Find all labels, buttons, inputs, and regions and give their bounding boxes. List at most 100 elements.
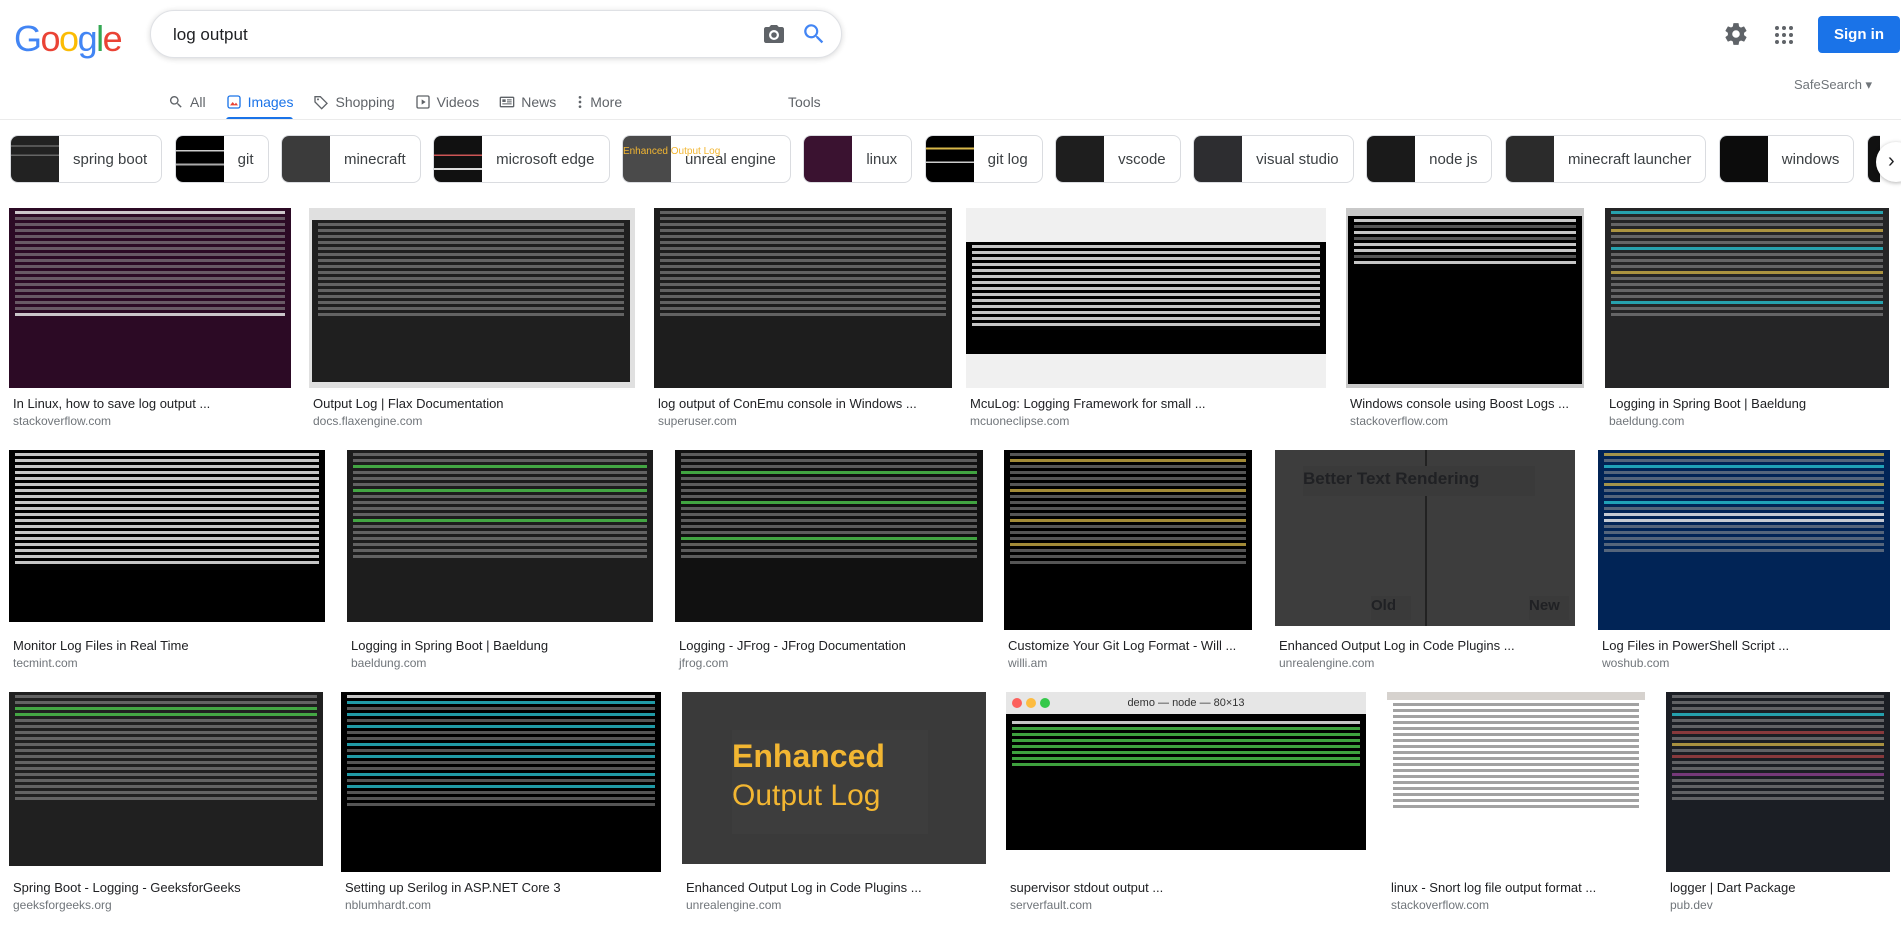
image-result[interactable]: logger | Dart Package pub.dev xyxy=(1666,692,1892,917)
result-title: Logging in Spring Boot | Baeldung xyxy=(1609,396,1807,411)
chip-thumbnail xyxy=(1367,136,1416,182)
tab-shopping[interactable]: Shopping xyxy=(313,86,395,118)
result-image xyxy=(9,450,325,622)
caret-down-icon: ▾ xyxy=(1861,77,1873,92)
chip-thumbnail xyxy=(434,136,483,182)
image-icon xyxy=(226,95,241,109)
camera-icon[interactable] xyxy=(761,22,787,46)
result-image xyxy=(1598,450,1890,630)
chip-thumbnail xyxy=(11,136,59,182)
result-image: Enhanced Output Log xyxy=(682,692,986,864)
result-title: supervisor stdout output ... xyxy=(1010,880,1164,895)
chip-thumbnail xyxy=(1719,136,1768,182)
apps-grid-icon[interactable] xyxy=(1772,23,1796,47)
chip-microsoft-edge[interactable]: microsoft edge xyxy=(433,135,610,183)
chip-unreal-engine[interactable]: Enhanced Output Log unreal engine xyxy=(621,135,791,183)
safesearch-dropdown[interactable]: SafeSearch ▾ xyxy=(1794,77,1872,93)
chip-visual-studio[interactable]: visual studio xyxy=(1193,135,1354,183)
result-title: Monitor Log Files in Real Time xyxy=(13,638,189,653)
result-source: unrealengine.com xyxy=(1279,656,1375,670)
chip-git-log[interactable]: git log xyxy=(924,135,1043,183)
image-result[interactable]: Spring Boot - Logging - GeeksforGeeks ge… xyxy=(9,692,325,917)
chip-linux[interactable]: linux xyxy=(803,135,913,183)
result-image xyxy=(1605,208,1889,388)
chip-git[interactable]: git xyxy=(174,135,269,183)
image-result[interactable]: Logging in Spring Boot | Baeldung baeldu… xyxy=(347,450,655,672)
result-image xyxy=(654,208,952,388)
google-logo[interactable]: Google xyxy=(14,18,123,60)
gear-icon[interactable] xyxy=(1723,21,1749,47)
chip-label: linux xyxy=(866,150,898,168)
tab-images[interactable]: Images xyxy=(225,86,294,120)
result-title: logger | Dart Package xyxy=(1670,880,1796,895)
search-icon[interactable] xyxy=(801,21,827,47)
image-result[interactable]: demo — node — 80×13 supervisor stdout ou… xyxy=(1006,692,1368,917)
image-result[interactable]: In Linux, how to save log output ... sta… xyxy=(9,208,293,430)
image-result[interactable]: Customize Your Git Log Format - Will ...… xyxy=(1004,450,1258,672)
result-image xyxy=(1387,692,1645,870)
chip-minecraft-launcher[interactable]: minecraft launcher xyxy=(1504,135,1707,183)
result-source: pub.dev xyxy=(1670,898,1713,912)
better-text-banner: Better Text Rendering xyxy=(1303,466,1535,496)
result-title: Output Log | Flax Documentation xyxy=(313,396,504,411)
result-source: stackoverflow.com xyxy=(1391,898,1490,912)
result-title: Enhanced Output Log in Code Plugins ... xyxy=(1279,638,1515,653)
image-result[interactable]: Windows console using Boost Logs ... sta… xyxy=(1346,208,1586,430)
image-result[interactable]: Enhanced Output Log Enhanced Output Log … xyxy=(682,692,988,917)
result-image xyxy=(1346,208,1584,388)
result-source: docs.flaxengine.com xyxy=(313,414,423,428)
newspaper-icon xyxy=(499,96,515,108)
result-source: unrealengine.com xyxy=(686,898,782,912)
chip-minecraft[interactable]: minecraft xyxy=(280,135,421,183)
search-icon xyxy=(169,96,182,108)
chip-node-js[interactable]: node js xyxy=(1366,135,1493,183)
chip-label: spring boot xyxy=(73,150,148,168)
image-result[interactable]: Setting up Serilog in ASP.NET Core 3 nbl… xyxy=(341,692,663,917)
search-box[interactable]: log output xyxy=(150,10,842,58)
chip-thumbnail xyxy=(175,136,224,182)
result-image xyxy=(341,692,661,872)
image-result[interactable]: Output Log | Flax Documentation docs.fla… xyxy=(309,208,637,430)
image-result[interactable]: Monitor Log Files in Real Time tecmint.c… xyxy=(9,450,327,672)
result-title: Windows console using Boost Logs ... xyxy=(1350,396,1569,411)
window-close-icon xyxy=(1012,698,1022,708)
tab-all[interactable]: All xyxy=(168,86,206,118)
enhanced-output-log-banner: Enhanced Output Log xyxy=(732,730,928,834)
tab-label: Images xyxy=(247,94,294,110)
image-result[interactable]: McuLog: Logging Framework for small ... … xyxy=(966,208,1328,430)
tools-button[interactable]: Tools xyxy=(788,86,821,118)
chip-label: unreal engine xyxy=(684,150,776,168)
new-label: New xyxy=(1529,596,1569,620)
image-result[interactable]: Logging in Spring Boot | Baeldung baeldu… xyxy=(1605,208,1890,430)
result-source: nblumhardt.com xyxy=(345,898,432,912)
logo-letter: g xyxy=(77,18,98,59)
chip-label: node js xyxy=(1429,150,1478,168)
chip-vscode[interactable]: vscode xyxy=(1055,135,1181,183)
result-image xyxy=(675,450,983,622)
search-input[interactable]: log output xyxy=(173,25,248,45)
result-source: tecmint.com xyxy=(13,656,78,670)
image-result[interactable]: Log Files in PowerShell Script ... woshu… xyxy=(1598,450,1890,672)
image-result[interactable]: Logging - JFrog - JFrog Documentation jf… xyxy=(675,450,985,672)
chip-spring-boot[interactable]: spring boot xyxy=(10,135,163,183)
chip-label: visual studio xyxy=(1256,150,1339,168)
tab-videos[interactable]: Videos xyxy=(415,86,479,118)
terminal-title: demo — node — 80×13 xyxy=(1127,697,1245,709)
result-title: Enhanced Output Log in Code Plugins ... xyxy=(686,880,922,895)
terminal-title-bar: demo — node — 80×13 xyxy=(1006,692,1366,714)
result-title: McuLog: Logging Framework for small ... xyxy=(970,396,1206,411)
header-divider xyxy=(0,119,1901,120)
chip-windows[interactable]: windows xyxy=(1718,135,1855,183)
tab-more[interactable]: More xyxy=(576,86,622,118)
result-source: jfrog.com xyxy=(679,656,729,670)
image-result[interactable]: log output of ConEmu console in Windows … xyxy=(654,208,954,430)
play-icon xyxy=(415,95,430,109)
chip-thumbnail xyxy=(1505,136,1554,182)
tab-news[interactable]: News xyxy=(499,86,556,118)
search-tabs: All Images Shopping Videos News More xyxy=(168,86,642,120)
image-result[interactable]: Better Text Rendering Old New Enhanced O… xyxy=(1275,450,1577,672)
sign-in-button[interactable]: Sign in xyxy=(1818,16,1900,53)
result-image xyxy=(309,208,635,388)
image-result[interactable]: linux - Snort log file output format ...… xyxy=(1387,692,1647,917)
result-source: stackoverflow.com xyxy=(1350,414,1449,428)
